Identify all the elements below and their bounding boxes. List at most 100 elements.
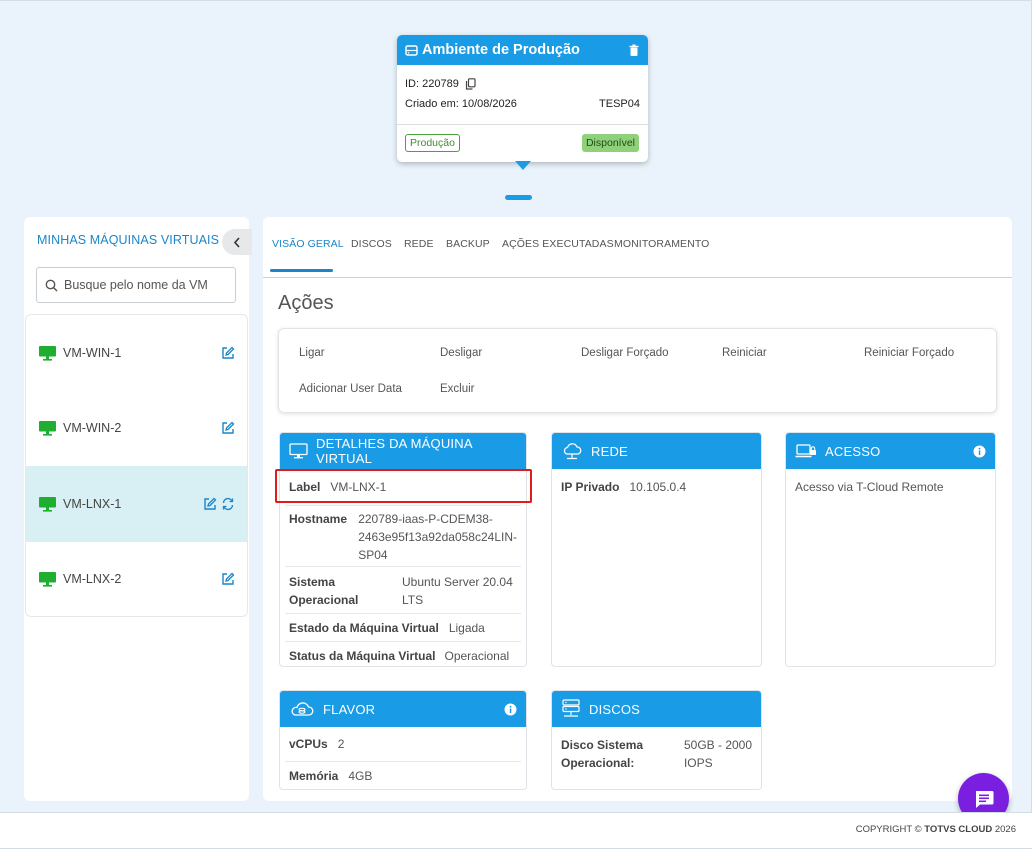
edit-icon[interactable]	[221, 572, 235, 586]
os-value-line-2: LTS	[402, 593, 424, 607]
action-reiniciar-forcado[interactable]: Reiniciar Forçado	[864, 347, 954, 359]
vm-name: VM-WIN-1	[63, 345, 122, 360]
vm-state-key: Estado da Máquina Virtual	[289, 620, 439, 635]
vm-list-item-vm-win-2[interactable]: VM-WIN-2	[26, 391, 247, 467]
collapse-sidebar-button[interactable]	[222, 229, 252, 255]
action-ligar[interactable]: Ligar	[299, 347, 325, 359]
environment-card[interactable]: Ambiente de Produção ID: 220789 Criado e…	[397, 35, 648, 162]
access-card: ACESSO Acesso via T-Cloud Remote	[785, 432, 996, 667]
info-icon[interactable]	[504, 703, 517, 716]
copyright-year: 2026	[992, 824, 1016, 835]
access-title: ACESSO	[825, 443, 881, 459]
laptop-lock-icon	[795, 444, 816, 458]
copy-icon[interactable]	[465, 78, 476, 90]
environment-card-pointer	[515, 161, 531, 170]
tab-backup[interactable]: BACKUP	[446, 238, 490, 250]
environment-title: Ambiente de Produção	[422, 42, 580, 58]
environment-created-date: Criado em: 10/08/2026	[405, 98, 517, 110]
edit-icon[interactable]	[203, 497, 217, 511]
tab-bar: VISÃO GERAL DISCOS REDE BACKUP AÇÕES EXE…	[263, 217, 1012, 278]
network-card: REDE IP Privado 10.105.0.4	[551, 432, 762, 667]
hostname-value-line-2: 2463e95f13a92da058c24LIN-	[358, 530, 517, 544]
private-ip-key: IP Privado	[561, 480, 620, 494]
copyright-brand: TOTVS CLOUD	[924, 824, 993, 835]
vm-status-value: Operacional	[444, 648, 510, 663]
vm-status-key: Status da Máquina Virtual	[289, 648, 436, 663]
private-ip-value: 10.105.0.4	[629, 480, 687, 494]
network-header: REDE	[552, 433, 761, 469]
monitor-icon	[39, 496, 56, 512]
tab-rede[interactable]: REDE	[404, 238, 434, 250]
access-header: ACESSO	[786, 433, 995, 469]
vm-details-card: DETALHES DA MÁQUINA VIRTUAL Label VM-LNX…	[279, 432, 527, 667]
vm-name: VM-LNX-1	[63, 496, 122, 511]
trash-icon[interactable]	[628, 44, 640, 57]
vm-list-item-vm-lnx-1[interactable]: VM-LNX-1	[26, 466, 247, 542]
tab-visao-geral[interactable]: VISÃO GERAL	[272, 238, 344, 250]
vm-list-item-vm-lnx-2[interactable]: VM-LNX-2	[26, 542, 247, 617]
system-disk-key-line-2: Operacional:	[561, 756, 635, 770]
hostname-value-line-3: SP04	[358, 548, 388, 562]
environment-id: ID: 220789	[405, 78, 459, 90]
flavor-header: FLAVOR	[280, 691, 526, 727]
environment-type-badge: Produção	[405, 134, 460, 152]
actions-title: Ações	[278, 292, 334, 314]
environment-status-badge: Disponível	[581, 134, 639, 152]
disks-header: DISCOS	[552, 691, 761, 727]
environment-connector	[505, 195, 532, 200]
vm-search-input[interactable]	[64, 278, 224, 292]
sidebar-title: MINHAS MÁQUINAS VIRTUAIS	[37, 233, 220, 247]
chevron-left-icon	[233, 236, 240, 248]
memory-key: Memória	[289, 768, 339, 783]
hostname-value-line-1: 220789-iaas-P-CDEM38-	[358, 512, 493, 526]
os-key-line-2: Operacional	[289, 593, 359, 607]
vm-list-item-vm-win-1[interactable]: VM-WIN-1	[26, 315, 247, 391]
refresh-icon[interactable]	[221, 497, 235, 511]
edit-icon[interactable]	[221, 346, 235, 360]
edit-icon[interactable]	[221, 421, 235, 435]
vm-details-title: DETALHES DA MÁQUINA VIRTUAL	[316, 436, 472, 466]
copyright-prefix: COPYRIGHT ©	[855, 824, 925, 835]
system-disk-key-line-1: Disco Sistema	[561, 738, 644, 752]
system-disk-value-line-1: 50GB - 2000	[683, 738, 753, 752]
vm-search-box[interactable]	[36, 267, 236, 303]
label-highlight-box	[275, 469, 532, 503]
action-excluir[interactable]: Excluir	[440, 383, 475, 395]
action-desligar-forcado[interactable]: Desligar Forçado	[581, 347, 669, 359]
tab-acoes-executadas[interactable]: AÇÕES EXECUTADAS	[502, 238, 614, 250]
chat-icon	[975, 790, 993, 808]
environment-code: TESP04	[599, 98, 640, 110]
cloud-network-icon	[563, 443, 582, 460]
access-text: Acesso via T-Cloud Remote	[795, 480, 944, 494]
flavor-title: FLAVOR	[323, 701, 376, 717]
footer: COPYRIGHT © TOTVS CLOUD 2026	[0, 812, 1032, 849]
action-reiniciar[interactable]: Reiniciar	[722, 347, 767, 359]
vm-list: VM-WIN-1 VM-WIN-2 VM-LNX-1 VM-LNX-2	[25, 314, 248, 617]
flavor-card: FLAVOR vCPUs 2 Memória 4GB	[279, 690, 527, 790]
tab-discos[interactable]: DISCOS	[351, 238, 392, 250]
vm-state-value: Ligada	[448, 620, 485, 635]
os-key-line-1: Sistema	[289, 575, 336, 589]
vm-sidebar: MINHAS MÁQUINAS VIRTUAIS VM-WIN-1 VM-WIN…	[24, 217, 252, 801]
hostname-key: Hostname	[289, 512, 348, 526]
monitor-icon	[39, 345, 56, 361]
copyright-text: COPYRIGHT © TOTVS CLOUD 2026	[856, 824, 1016, 835]
action-desligar[interactable]: Desligar	[440, 347, 482, 359]
network-title: REDE	[591, 443, 628, 459]
environment-card-header: Ambiente de Produção	[397, 35, 648, 65]
disks-card: DISCOS Disco Sistema Operacional: 50GB -…	[551, 690, 762, 790]
memory-value: 4GB	[348, 768, 373, 783]
info-icon[interactable]	[973, 445, 986, 458]
monitor-icon	[289, 443, 308, 459]
storage-icon	[562, 699, 580, 717]
divider	[397, 124, 648, 125]
os-value-line-1: Ubuntu Server 20.04	[402, 575, 513, 589]
tab-monitoramento[interactable]: MONITORAMENTO	[614, 238, 709, 250]
action-adicionar-user-data[interactable]: Adicionar User Data	[299, 383, 402, 395]
actions-panel: Ligar Desligar Desligar Forçado Reinicia…	[278, 328, 997, 413]
active-tab-indicator	[270, 269, 333, 272]
system-disk-value-line-2: IOPS	[683, 756, 713, 770]
vcpus-key: vCPUs	[289, 737, 328, 751]
vm-details-header: DETALHES DA MÁQUINA VIRTUAL	[280, 433, 526, 469]
vcpus-value: 2	[337, 737, 345, 751]
